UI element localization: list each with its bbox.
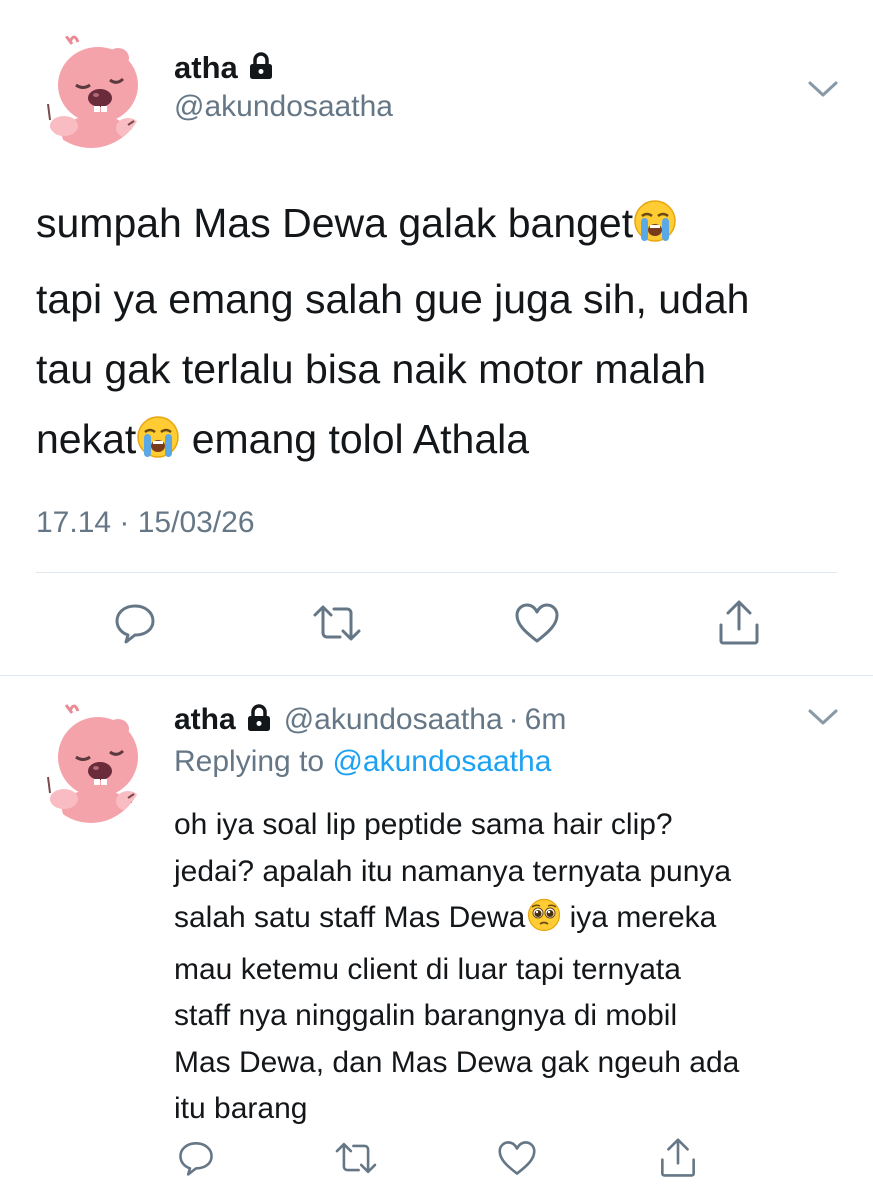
tweet-time[interactable]: 6m — [525, 703, 567, 737]
tweet-text-segment: jedai? apalah itu namanya ternyata punya — [174, 854, 732, 888]
replying-to-mention[interactable]: @akundosaatha — [332, 745, 551, 778]
pink-beaver-avatar-icon — [36, 704, 146, 823]
tweet-actions — [0, 598, 873, 648]
reply-button[interactable] — [112, 600, 158, 646]
tweet-text-segment: salah satu staff Mas Dewa — [174, 901, 526, 934]
tweet-text-line: mau ketemu client di luar tapi ternyata — [174, 947, 854, 994]
replying-to-label: Replying to — [174, 745, 325, 778]
tweet-actions — [0, 1136, 873, 1182]
tweet-separator — [0, 675, 873, 676]
pink-beaver-avatar-icon — [36, 34, 146, 148]
share-icon — [719, 600, 759, 645]
tweet-text-segment: tapi ya emang salah gue juga sih, udah — [36, 276, 750, 322]
divider — [36, 572, 837, 573]
tweet-text-line: tau gak terlalu bisa naik motor malah — [36, 334, 856, 404]
tweet-text-segment: sumpah Mas Dewa galak banget — [36, 200, 634, 246]
tweet-text-segment: oh iya soal lip peptide sama hair clip? — [174, 808, 673, 841]
tweet-text-line: staff nya ninggalin barangnya di mobil — [174, 993, 854, 1040]
like-button[interactable] — [514, 600, 560, 646]
tweet-text-line: jedai? apalah itu namanya ternyata punya — [174, 849, 854, 896]
tweet-text-segment: Mas Dewa, dan Mas Dewa gak ngeuh ada — [174, 1045, 740, 1079]
tweet-text-segment: emang tolol Athala — [180, 416, 530, 462]
replying-to: Replying to @akundosaatha — [174, 745, 551, 779]
avatar[interactable] — [36, 697, 146, 823]
tweet-text-line: Mas Dewa, dan Mas Dewa gak ngeuh ada — [174, 1040, 854, 1087]
tweet-text: oh iya soal lip peptide sama hair clip? … — [174, 802, 854, 1133]
like-icon — [515, 603, 559, 643]
retweet-button[interactable] — [312, 600, 362, 646]
tweet-timestamp[interactable]: 17.14 · 15/03/26 — [36, 506, 255, 540]
loudly-crying-face-icon — [136, 410, 180, 480]
tweet-text-line: nekat emang tolol Athala — [36, 404, 856, 480]
chevron-down-icon[interactable] — [806, 78, 840, 100]
main-tweet: atha @akundosaatha sumpah Mas Dewa galak… — [0, 0, 873, 675]
display-name[interactable]: atha — [174, 703, 236, 737]
author-handle[interactable]: @akundosaatha — [174, 90, 393, 124]
tweet-text-segment: tau gak terlalu bisa naik motor malah — [36, 346, 707, 392]
retweet-icon — [335, 1142, 377, 1174]
reply-icon — [179, 1142, 213, 1176]
tweet-text-segment: iya mereka — [561, 901, 717, 934]
tweet-text-segment: itu barang — [174, 1092, 308, 1125]
display-name[interactable]: atha — [174, 50, 238, 86]
tweet-text-segment: mau ketemu client di luar tapi ternyata — [174, 952, 681, 986]
lock-icon — [246, 703, 272, 737]
avatar[interactable] — [36, 30, 146, 148]
author-name-row: atha @akundosaatha · 6m — [174, 702, 566, 738]
lock-icon — [248, 51, 274, 85]
share-button[interactable] — [658, 1136, 698, 1180]
like-button[interactable] — [497, 1138, 537, 1178]
tweet-text: sumpah Mas Dewa galak banget tapi ya ema… — [36, 188, 856, 480]
tweet-text-line: tapi ya emang salah gue juga sih, udah — [36, 264, 856, 334]
tweet-text-segment: nekat — [36, 416, 137, 462]
chevron-down-icon[interactable] — [806, 706, 840, 728]
loudly-crying-face-icon — [633, 194, 677, 264]
pleading-face-icon — [527, 898, 561, 947]
author-handle[interactable]: @akundosaatha — [284, 703, 503, 737]
reply-button[interactable] — [176, 1138, 216, 1178]
tweet-text-line: oh iya soal lip peptide sama hair clip? — [174, 802, 854, 849]
tweet-text-line: itu barang — [174, 1086, 854, 1133]
reply-icon — [115, 604, 155, 644]
tweet-text-line: sumpah Mas Dewa galak banget — [36, 188, 856, 264]
share-button[interactable] — [716, 598, 762, 648]
separator-dot: · — [508, 703, 519, 736]
tweet-text-segment: staff nya ninggalin barangnya di mobil — [174, 999, 678, 1032]
author-name-row: atha — [174, 50, 274, 86]
tweet-text-line: salah satu staff Mas Dewa iya mereka — [174, 895, 854, 947]
share-icon — [661, 1138, 695, 1177]
like-icon — [498, 1141, 536, 1175]
retweet-icon — [313, 605, 361, 641]
retweet-button[interactable] — [334, 1138, 378, 1178]
